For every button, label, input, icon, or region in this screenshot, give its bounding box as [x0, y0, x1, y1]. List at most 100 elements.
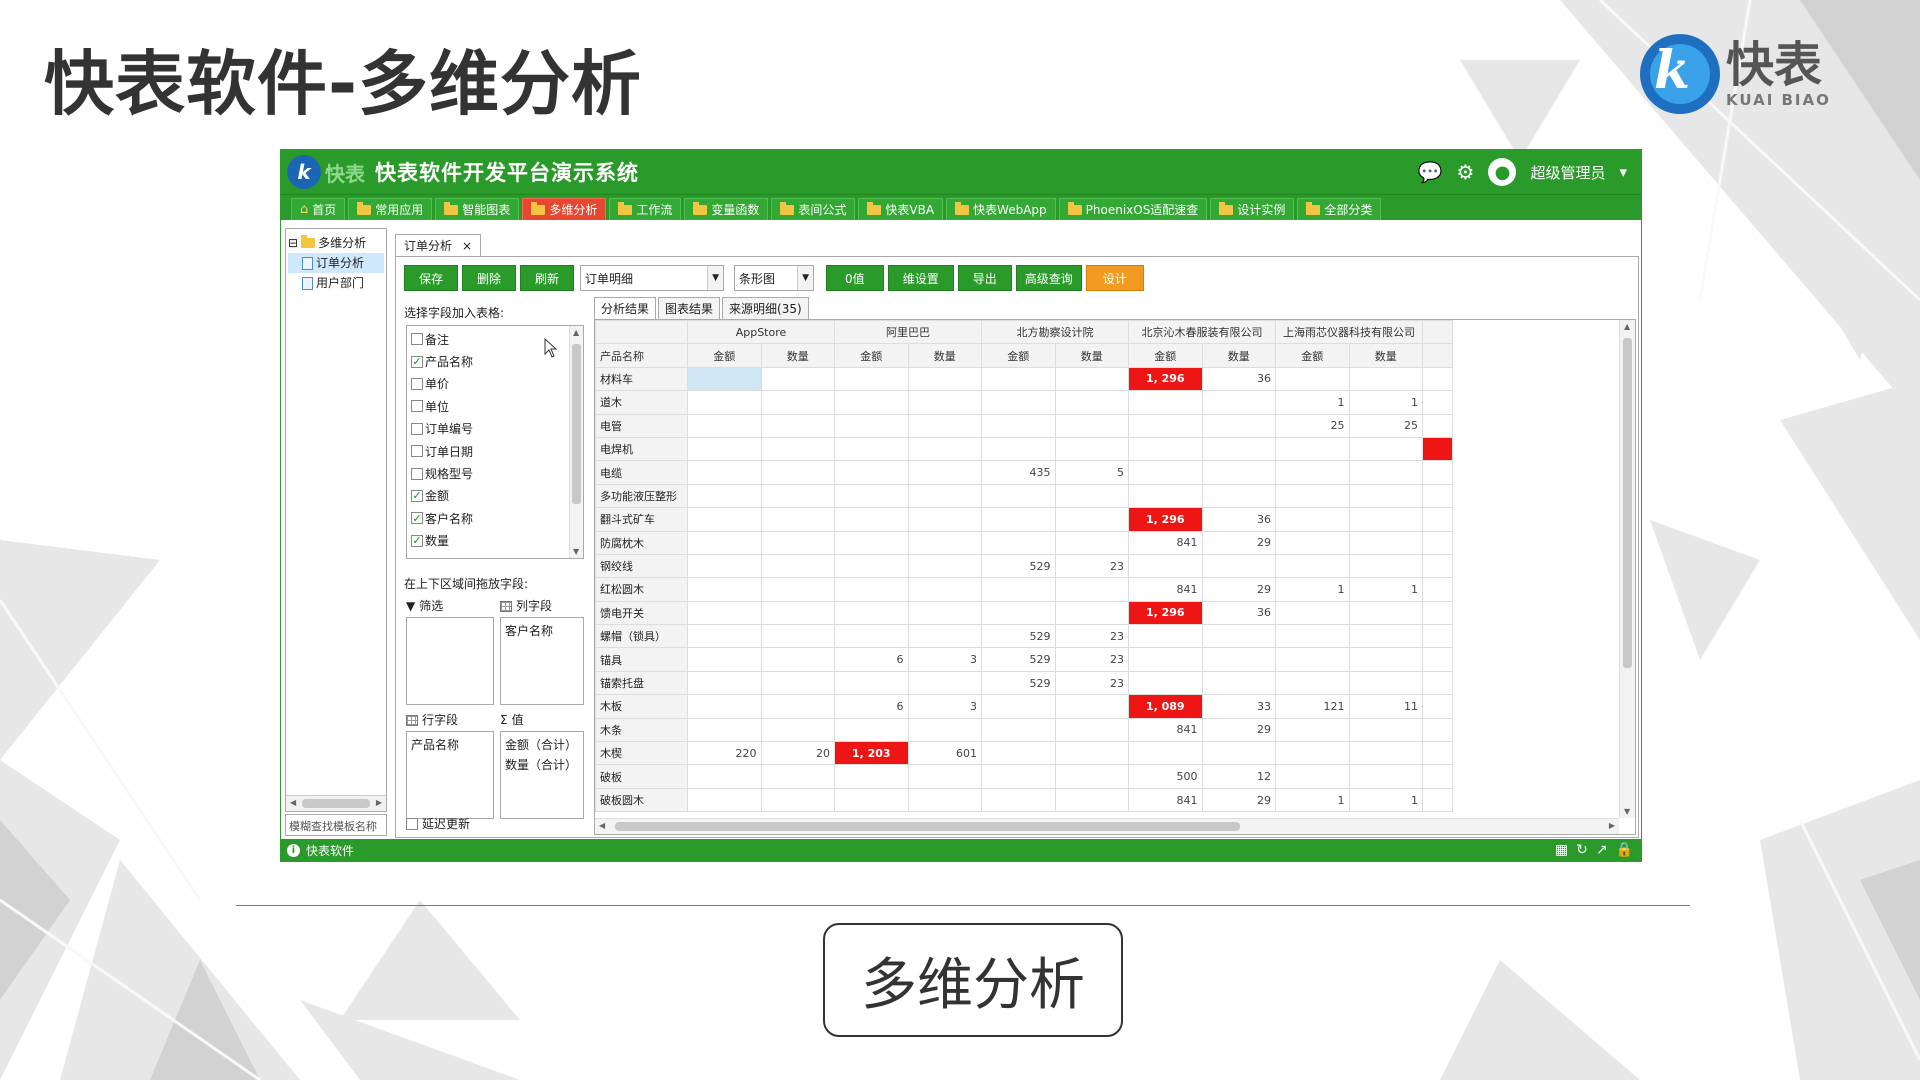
menu-item-0[interactable]: ⌂ 首页: [291, 198, 346, 220]
row-field-header[interactable]: 产品名称: [595, 343, 688, 368]
delay-update-checkbox[interactable]: 延迟更新: [406, 815, 470, 832]
row-field-item[interactable]: 产品名称: [411, 735, 489, 755]
checkbox-icon[interactable]: ✓: [411, 512, 423, 525]
checkbox-icon[interactable]: [411, 377, 423, 390]
scroll-left-icon[interactable]: ◀: [599, 821, 605, 830]
source-select[interactable]: 订单明细 ▼: [580, 265, 725, 291]
table-row[interactable]: 木板 6 3 1, 089 33 121 11: [595, 694, 1453, 719]
avatar-icon[interactable]: ●: [1488, 158, 1517, 186]
apps-grid-icon[interactable]: ▦: [1555, 842, 1568, 858]
field-item[interactable]: ✓ 数量: [411, 530, 579, 552]
table-row[interactable]: 电焊机: [595, 436, 1453, 462]
row-drop-zone[interactable]: 产品名称: [406, 731, 494, 819]
chat-icon[interactable]: 💬: [1418, 160, 1443, 184]
refresh-button[interactable]: 刷新: [520, 265, 575, 291]
chevron-down-icon[interactable]: ▼: [707, 266, 724, 290]
tab-source-detail[interactable]: 来源明细(35): [722, 297, 809, 319]
tab-order-analysis[interactable]: 订单分析 ×: [395, 234, 482, 256]
field-list-scrollbar[interactable]: ▲ ▼: [569, 326, 583, 558]
scroll-thumb[interactable]: [572, 344, 581, 504]
gear-icon[interactable]: ⚙: [1457, 160, 1475, 184]
menu-item-7[interactable]: 快表VBA: [858, 198, 944, 220]
scroll-thumb[interactable]: [1623, 338, 1632, 668]
advanced-query-button[interactable]: 高级查询: [1015, 265, 1082, 291]
scroll-thumb[interactable]: [615, 822, 1240, 831]
table-row[interactable]: 木条 841 29: [595, 717, 1453, 743]
zero-value-button[interactable]: 0值: [826, 265, 884, 291]
close-icon[interactable]: ×: [462, 239, 472, 253]
scroll-down-icon[interactable]: ▼: [573, 547, 579, 556]
checkbox-icon[interactable]: [411, 467, 423, 480]
lock-icon[interactable]: 🔒: [1616, 842, 1633, 858]
menu-item-6[interactable]: 表间公式: [771, 198, 856, 220]
checkbox-icon[interactable]: [406, 817, 418, 830]
table-row[interactable]: 木楔 220 20 1, 203 601: [595, 741, 1453, 766]
scroll-down-icon[interactable]: ▼: [1624, 807, 1630, 816]
table-row[interactable]: 电缆 435 5: [595, 460, 1453, 485]
chart-type-select[interactable]: 条形图 ▼: [734, 265, 815, 291]
scroll-right-icon[interactable]: ▶: [376, 798, 382, 807]
tree-horizontal-scrollbar[interactable]: ◀ ▶: [286, 795, 386, 811]
scroll-up-icon[interactable]: ▲: [1624, 322, 1630, 331]
table-row[interactable]: 材料车 1, 296 36: [595, 366, 1453, 392]
menu-item-8[interactable]: 快表WebApp: [946, 198, 1056, 220]
customer-header[interactable]: 上海雨芯仪器科技有限公司: [1275, 320, 1423, 345]
collapse-icon[interactable]: ⊟: [288, 233, 298, 253]
value-drop-zone[interactable]: 金额（合计） 数量（合计）: [500, 731, 584, 819]
customer-header[interactable]: AppStore: [687, 320, 835, 345]
menu-item-1[interactable]: 常用应用: [348, 198, 433, 220]
checkbox-icon[interactable]: [411, 445, 423, 458]
checkbox-icon[interactable]: ✓: [411, 489, 423, 502]
customer-header[interactable]: 北方勘察设计院: [981, 320, 1129, 345]
dimension-settings-button[interactable]: 维设置: [887, 265, 954, 291]
table-row[interactable]: 红松圆木 841 29 1 1: [595, 577, 1453, 602]
column-drop-zone[interactable]: 客户名称: [500, 617, 584, 705]
save-button[interactable]: 保存: [404, 265, 459, 291]
table-row[interactable]: 锚索托盘 529 23: [595, 670, 1453, 696]
table-row[interactable]: 馈电开关 1, 296 36: [595, 600, 1453, 626]
table-row[interactable]: 电管 25 25: [595, 413, 1453, 438]
table-row[interactable]: 钢绞线 529 23: [595, 553, 1453, 579]
field-item[interactable]: 规格型号: [411, 462, 579, 484]
chevron-down-icon[interactable]: ▾: [1619, 163, 1627, 181]
menu-item-2[interactable]: 智能图表: [435, 198, 520, 220]
tab-chart-result[interactable]: 图表结果: [658, 297, 721, 319]
checkbox-icon[interactable]: [411, 422, 423, 435]
table-row[interactable]: 道木 1 1: [595, 390, 1453, 415]
menu-item-9[interactable]: PhoenixOS适配速查: [1058, 198, 1208, 220]
popout-icon[interactable]: ↗: [1596, 842, 1608, 858]
chevron-down-icon[interactable]: ▼: [797, 266, 814, 290]
scroll-up-icon[interactable]: ▲: [573, 328, 579, 337]
table-row[interactable]: 破板 500 12: [595, 764, 1453, 789]
value-field-item[interactable]: 金额（合计）: [505, 735, 579, 755]
tab-analysis-result[interactable]: 分析结果: [594, 297, 657, 319]
table-row[interactable]: 破板圆木 841 29 1 1: [595, 787, 1453, 813]
scroll-right-icon[interactable]: ▶: [1609, 821, 1615, 830]
field-item[interactable]: ✓ 客户名称: [411, 507, 579, 529]
column-field-item[interactable]: 客户名称: [505, 621, 579, 641]
menu-item-10[interactable]: 设计实例: [1210, 198, 1295, 220]
filter-drop-zone[interactable]: [406, 617, 494, 705]
table-row[interactable]: 螺帽（锁具） 529 23: [595, 624, 1453, 649]
field-item[interactable]: ✓ 金额: [411, 485, 579, 507]
field-item[interactable]: 订单编号: [411, 418, 579, 440]
tree-item-user-dept[interactable]: 用户部门: [288, 273, 384, 293]
template-search-input[interactable]: 模糊查找模板名称: [285, 814, 387, 836]
menu-item-4[interactable]: 工作流: [609, 198, 682, 220]
menu-item-3[interactable]: 多维分析: [522, 198, 607, 220]
grid-horizontal-scrollbar[interactable]: ◀ ▶: [595, 818, 1619, 834]
checkbox-icon[interactable]: ✓: [411, 534, 423, 547]
refresh-icon[interactable]: ↻: [1576, 842, 1588, 858]
field-item[interactable]: 单价: [411, 373, 579, 395]
field-item[interactable]: 订单日期: [411, 440, 579, 462]
customer-header[interactable]: 北京沁木春服装有限公司: [1128, 320, 1276, 345]
grid-vertical-scrollbar[interactable]: ▲ ▼: [1619, 320, 1635, 818]
customer-header[interactable]: 阿里巴巴: [834, 320, 982, 345]
menu-item-11[interactable]: 全部分类: [1297, 198, 1382, 220]
field-item[interactable]: 单位: [411, 395, 579, 417]
table-row[interactable]: 翻斗式矿车 1, 296 36: [595, 507, 1453, 532]
delete-button[interactable]: 删除: [462, 265, 517, 291]
menu-item-5[interactable]: 变量函数: [684, 198, 769, 220]
table-row[interactable]: 防腐枕木 841 29: [595, 530, 1453, 555]
tree-item-order-analysis[interactable]: 订单分析: [288, 253, 384, 273]
